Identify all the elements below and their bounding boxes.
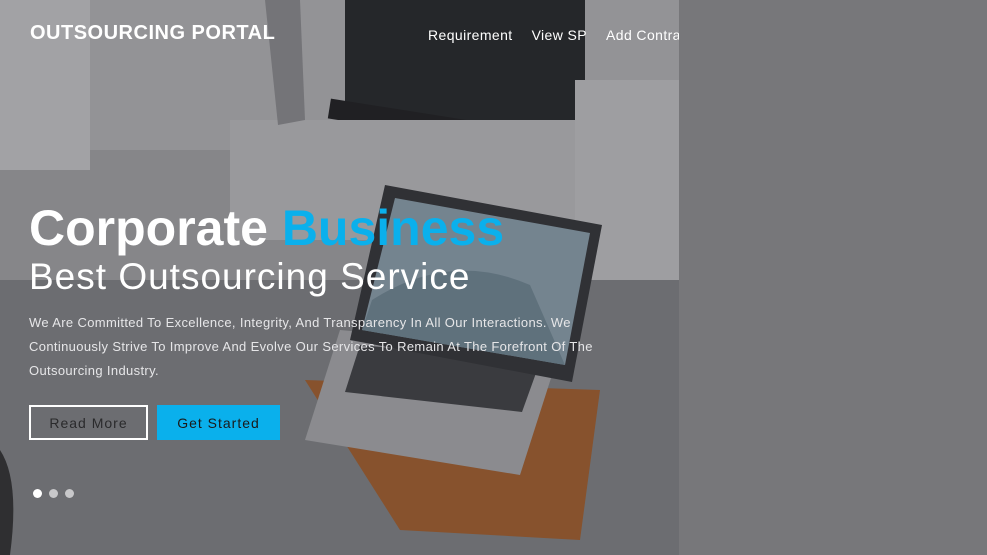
hero-title-main: Corporate <box>29 200 268 256</box>
nav-link-requirement[interactable]: Requirement <box>428 27 513 43</box>
hero-title: Corporate Business <box>29 198 504 258</box>
empty-side-panel <box>679 0 987 555</box>
page: OUTSOURCING PORTAL Requirement View SP A… <box>0 0 987 555</box>
nav-link-view-sp[interactable]: View SP <box>532 27 587 43</box>
brand-logo[interactable]: OUTSOURCING PORTAL <box>30 22 275 45</box>
carousel-dot-3[interactable] <box>65 489 74 498</box>
get-started-button[interactable]: Get Started <box>157 405 280 440</box>
carousel-indicators <box>33 489 74 498</box>
hero-description: We Are Committed To Excellence, Integrit… <box>29 315 593 378</box>
carousel-dot-1[interactable] <box>33 489 42 498</box>
hero-carousel: OUTSOURCING PORTAL Requirement View SP A… <box>0 0 679 555</box>
hero-subtitle: Best Outsourcing Service <box>29 256 471 297</box>
read-more-button[interactable]: Read More <box>29 405 148 440</box>
carousel-dot-2[interactable] <box>49 489 58 498</box>
hero-title-accent: Business <box>281 200 505 256</box>
nav-link-add-contract[interactable]: Add Contract <box>606 27 679 43</box>
main-nav: Requirement View SP Add Contract <box>428 27 679 43</box>
